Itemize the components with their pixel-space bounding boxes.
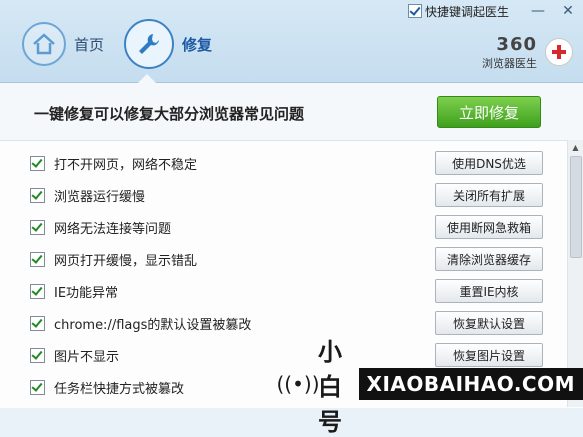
issue-label: 网络无法连接等问题 <box>54 221 172 237</box>
issue-label: 图片不显示 <box>54 349 120 365</box>
list-item: chrome://flags的默认设置被篡改 恢复默认设置 <box>30 311 560 335</box>
tab-repair-label: 修复 <box>182 35 213 54</box>
action-button-flags[interactable]: 恢复默认设置 <box>435 311 543 335</box>
checkbox-icon[interactable] <box>30 251 45 267</box>
watermark-domain: XIAOBAIHAO.COM <box>358 368 583 400</box>
tab-home-label: 首页 <box>74 35 105 54</box>
scrollbar-thumb[interactable] <box>570 156 582 258</box>
list-item: 打不开网页，网络不稳定 使用DNS优选 <box>30 151 560 175</box>
checkbox-icon[interactable] <box>30 347 45 363</box>
main-panel: 一键修复可以修复大部分浏览器常见问题 立即修复 打不开网页，网络不稳定 使用DN… <box>0 83 583 408</box>
action-button-cache[interactable]: 清除浏览器缓存 <box>435 247 543 271</box>
issue-label: 浏览器运行缓慢 <box>54 189 146 205</box>
medical-kit-icon <box>545 38 573 66</box>
action-button-network[interactable]: 使用断网急救箱 <box>435 215 543 239</box>
title-bar: 快捷键调起医生 — ✕ <box>407 0 583 22</box>
fix-now-button[interactable]: 立即修复 <box>437 96 541 128</box>
action-button-extensions[interactable]: 关闭所有扩展 <box>435 183 543 207</box>
brand-number: 360 <box>496 34 537 55</box>
checkbox-icon[interactable] <box>30 315 45 331</box>
headline: 一键修复可以修复大部分浏览器常见问题 <box>34 105 305 123</box>
tab-home[interactable]: 首页 <box>22 22 104 66</box>
home-icon <box>22 22 66 66</box>
checkbox-icon[interactable] <box>30 187 45 203</box>
watermark-name: 小白号 <box>318 337 342 436</box>
checkbox-icon[interactable] <box>30 379 45 395</box>
action-button-ie[interactable]: 重置IE内核 <box>435 279 543 303</box>
tab-repair[interactable]: 修复 <box>124 19 212 69</box>
active-tab-pointer <box>138 74 156 83</box>
list-item: 浏览器运行缓慢 关闭所有扩展 <box>30 183 560 207</box>
issue-label: 打不开网页，网络不稳定 <box>54 157 198 173</box>
hotkey-label: 快捷键调起医生 <box>424 4 509 19</box>
issue-label: 网页打开缓慢，显示错乱 <box>54 253 198 269</box>
hotkey-checkbox[interactable] <box>407 4 422 18</box>
wrench-icon <box>124 19 174 69</box>
issue-label: chrome://flags的默认设置被篡改 <box>54 317 252 333</box>
close-button[interactable]: ✕ <box>553 1 583 21</box>
checkbox-icon[interactable] <box>30 283 45 299</box>
checkbox-icon[interactable] <box>30 155 45 171</box>
scroll-up-icon[interactable]: ▲ <box>568 140 583 155</box>
header: 快捷键调起医生 — ✕ 首页 修复 360 浏览器医生 <box>0 0 583 83</box>
checkbox-icon[interactable] <box>30 219 45 235</box>
action-button-dns[interactable]: 使用DNS优选 <box>435 151 543 175</box>
list-item: IE功能异常 重置IE内核 <box>30 279 560 303</box>
close-icon: ✕ <box>562 3 574 19</box>
list-item: 网络无法连接等问题 使用断网急救箱 <box>30 215 560 239</box>
issue-label: 任务栏快捷方式被篡改 <box>54 381 185 397</box>
brand-subtitle: 浏览器医生 <box>482 57 537 70</box>
signal-icon: ((•)) <box>276 372 320 396</box>
minimize-button[interactable]: — <box>523 1 553 21</box>
list-item: 网页打开缓慢，显示错乱 清除浏览器缓存 <box>30 247 560 271</box>
brand: 360 浏览器医生 <box>482 34 537 71</box>
minimize-icon: — <box>531 3 545 19</box>
hotkey-toggle[interactable]: 快捷键调起医生 <box>407 3 509 20</box>
issue-label: IE功能异常 <box>54 285 119 301</box>
watermark: ((•)) 小白号 XIAOBAIHAO.COM <box>276 338 583 436</box>
